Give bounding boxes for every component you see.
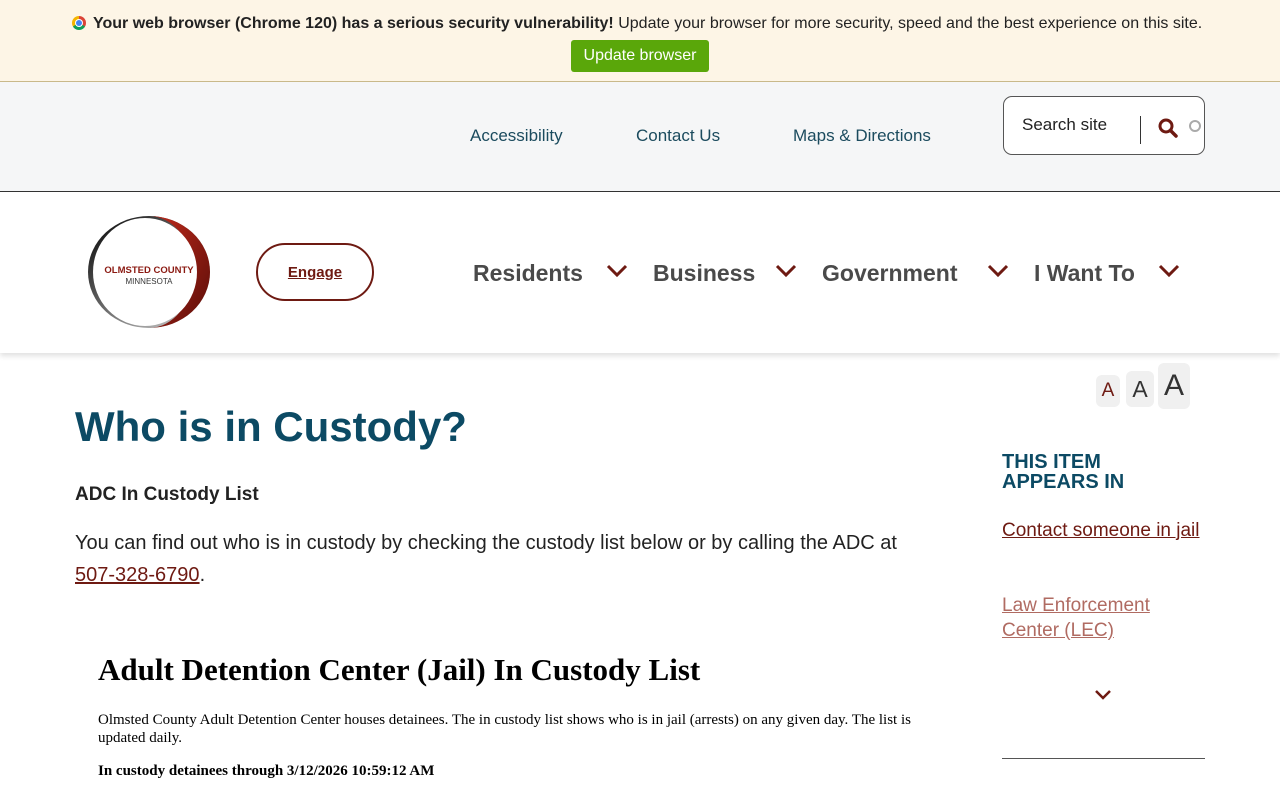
custody-list-date: In custody detainees through 3/12/2026 1…: [98, 763, 435, 779]
sidebar-link-lec[interactable]: Law Enforcement Center (LEC): [1002, 593, 1202, 643]
logo-county-text: OLMSTED COUNTY: [104, 265, 194, 276]
engage-button[interactable]: Engage: [256, 243, 374, 301]
utility-bar: Accessibility Contact Us Maps & Directio…: [0, 82, 1280, 192]
nav-i-want-to[interactable]: I Want To: [1034, 256, 1135, 290]
section-heading: ADC In Custody List: [75, 484, 259, 505]
banner-detail: Update your browser for more security, s…: [613, 15, 1203, 32]
sidebar-link-contact-jail[interactable]: Contact someone in jail: [1002, 518, 1202, 543]
logo-state-text: MINNESOTA: [126, 277, 174, 286]
adc-phone-link[interactable]: 507-328-6790: [75, 564, 200, 586]
chrome-icon: [72, 16, 86, 30]
accessibility-link[interactable]: Accessibility: [470, 126, 563, 146]
nav-business-label: Business: [653, 259, 756, 286]
banner-message: Your web browser (Chrome 120) has a seri…: [72, 15, 1202, 33]
font-size-large-button[interactable]: A: [1158, 363, 1190, 409]
nav-government[interactable]: Government: [822, 256, 957, 290]
contact-us-link[interactable]: Contact Us: [636, 126, 720, 146]
font-size-small-button[interactable]: A: [1096, 375, 1120, 407]
loading-indicator-icon: [1189, 120, 1201, 132]
custody-list-description: Olmsted County Adult Detention Center ho…: [98, 712, 911, 746]
nav-business[interactable]: Business: [653, 256, 755, 290]
update-browser-button[interactable]: Update browser: [571, 40, 709, 72]
page-title: Who is in Custody?: [75, 403, 467, 450]
chevron-down-icon[interactable]: [605, 262, 629, 280]
font-size-medium-button[interactable]: A: [1126, 371, 1154, 407]
county-logo[interactable]: OLMSTED COUNTY MINNESOTA: [87, 215, 211, 329]
nav-residents[interactable]: Residents: [473, 256, 583, 290]
nav-government-label: Government: [822, 259, 958, 286]
sidebar-heading: THIS ITEM APPEARS IN: [1002, 451, 1125, 493]
chevron-down-icon[interactable]: [774, 262, 798, 280]
intro-period: .: [199, 564, 206, 586]
search-button[interactable]: [1154, 115, 1182, 143]
chevron-down-icon[interactable]: [986, 262, 1010, 280]
intro-paragraph: You can find out who is in custody by ch…: [75, 527, 925, 591]
intro-text: You can find out who is in custody by ch…: [75, 532, 897, 554]
browser-update-banner: Your web browser (Chrome 120) has a seri…: [0, 0, 1280, 82]
chevron-down-icon[interactable]: [1157, 262, 1181, 280]
site-search: [1003, 96, 1205, 155]
maps-directions-link[interactable]: Maps & Directions: [793, 126, 931, 146]
main-navigation: OLMSTED COUNTY MINNESOTA Engage Resident…: [0, 192, 1280, 353]
search-input[interactable]: [1022, 113, 1134, 137]
nav-residents-label: Residents: [473, 259, 583, 286]
banner-warning: Your web browser (Chrome 120) has a seri…: [93, 15, 614, 32]
search-icon: [1158, 118, 1178, 138]
nav-i-want-to-label: I Want To: [1034, 259, 1135, 286]
custody-list-title: Adult Detention Center (Jail) In Custody…: [98, 652, 701, 687]
chevron-down-icon[interactable]: [1093, 687, 1113, 703]
search-divider: [1140, 116, 1141, 144]
sidebar-divider: [1002, 758, 1205, 759]
